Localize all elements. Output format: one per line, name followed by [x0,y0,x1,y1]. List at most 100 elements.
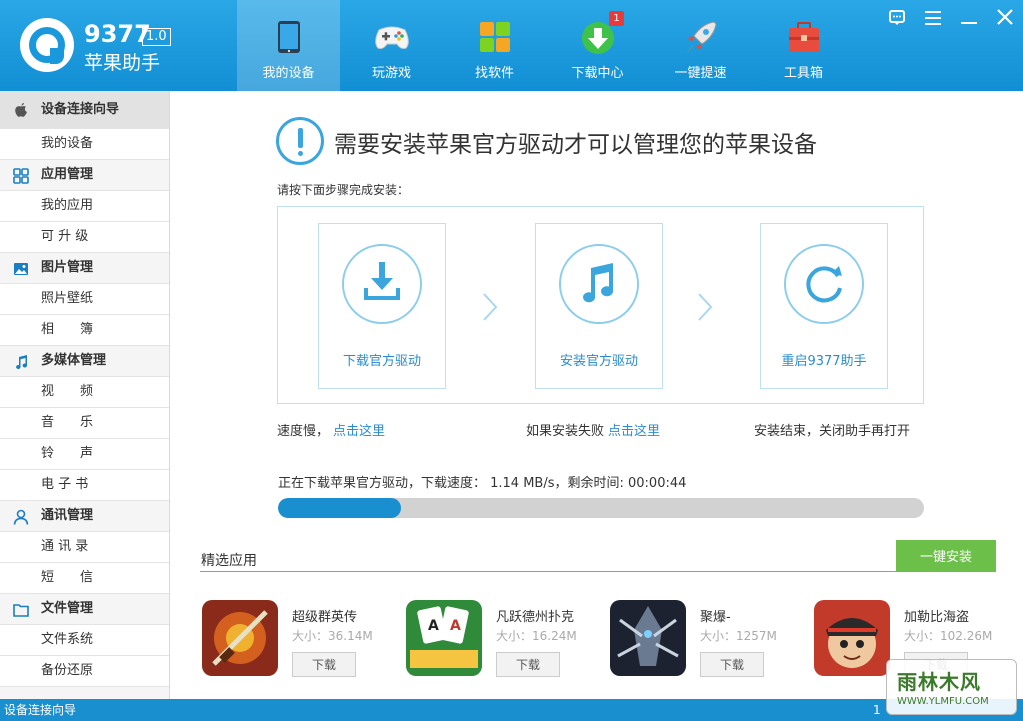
game-art-icon [202,600,278,676]
status-bar: 设备连接向导 1 [0,699,1023,721]
rocket-icon [685,21,717,54]
person-icon [13,509,29,525]
tablet-icon [277,21,300,53]
step-label: 安装官方驱动 [559,354,638,369]
sidebar-item-label: 视 频 [41,384,94,399]
app-name: 加勒比海盗 [904,610,970,625]
download-button[interactable]: 下载 [496,652,560,677]
sidebar-item-label: 短 信 [41,570,94,585]
app-header: 9377 1.0 苹果助手 我的设备 玩游戏 找软件 下载中心 一键提速 工具箱… [0,0,1023,91]
note-text: 如果安装失败 [526,424,605,439]
sidebar-item-backup-restore[interactable]: 备份还原 [0,656,169,687]
nav-label: 一键提速 [674,66,727,81]
watermark-title: 雨林木风 [897,670,981,694]
picture-icon [14,263,28,275]
sidebar-item-video[interactable]: 视 频 [0,377,169,408]
download-count-badge: 1 [609,11,624,26]
watermark-url: WWW.YLMFU.COM [897,696,989,707]
step-label: 重启9377助手 [781,354,867,369]
window-controls [879,0,1023,36]
download-progress-bar [278,498,924,518]
nav-speedup[interactable]: 一键提速 [649,0,752,91]
poker-card-icon: AA [406,600,482,676]
step-install-driver[interactable]: 安装官方驱动 [535,223,663,389]
sidebar-item-label: 可 升 级 [41,229,89,244]
sidebar-item-ebooks[interactable]: 电 子 书 [0,470,169,501]
nav-label: 下载中心 [571,66,624,81]
sidebar-item-label: 文件系统 [41,632,94,647]
note-text: 安装结束，关闭助手再打开 [754,424,911,439]
sidebar-group-label: 设备连接向导 [41,102,120,117]
refresh-icon [806,266,842,303]
download-button[interactable]: 下载 [292,652,356,677]
sidebar-item-label: 通 讯 录 [41,539,89,554]
menu-icon [925,11,941,25]
nav-toolbox[interactable]: 工具箱 [752,0,855,91]
sidebar-item-label: 电 子 书 [41,477,89,492]
nav-download-center[interactable]: 下载中心 [546,0,649,91]
app-size: 大小：102.26M [904,629,993,643]
sidebar-item-label: 备份还原 [41,663,94,678]
status-text: 设备连接向导 [4,703,77,717]
sidebar-item-file-system[interactable]: 文件系统 [0,625,169,656]
svg-text:A: A [428,618,439,634]
menu-button[interactable] [915,0,951,36]
brand-name: 苹果助手 [84,52,161,74]
svg-text:A: A [450,618,461,634]
note-install-finished: 安装结束，关闭助手再打开 [754,420,910,439]
sidebar-group-picture-management[interactable]: 图片管理 [0,253,169,284]
sidebar-item-wallpapers[interactable]: 照片壁纸 [0,284,169,315]
minimize-button[interactable] [951,0,987,36]
sidebar-item-albums[interactable]: 相 簿 [0,315,169,346]
app-icon: AA [406,600,482,676]
app-card: 超级群英传 大小：36.14M 下载 [202,600,402,678]
main-nav: 我的设备 玩游戏 找软件 下载中心 一键提速 工具箱 [237,0,855,91]
progress-fill [278,498,401,518]
sidebar-group-device-guide[interactable]: 设备连接向导 [0,91,169,129]
sidebar-group-app-management[interactable]: 应用管理 [0,160,169,191]
steps-hint: 请按下面步骤完成安装： [277,183,410,197]
download-tray-icon [364,262,400,300]
nav-label: 找软件 [474,66,514,81]
sidebar-group-label: 图片管理 [41,260,94,275]
nav-my-device[interactable]: 我的设备 [237,0,340,91]
click-here-link[interactable]: 点击这里 [608,424,660,439]
step-download-driver[interactable]: 下载官方驱动 [318,223,446,389]
sidebar-group-contacts-management[interactable]: 通讯管理 [0,501,169,532]
sidebar: 设备连接向导 我的设备 应用管理 我的应用 可 升 级 图片管理 照片壁纸 相 … [0,91,170,699]
sidebar-group-media-management[interactable]: 多媒体管理 [0,346,169,377]
featured-divider [200,571,996,572]
nav-label: 玩游戏 [371,66,411,81]
close-icon [997,9,1013,25]
warning-icon [276,117,324,165]
sidebar-item-upgradable[interactable]: 可 升 级 [0,222,169,253]
app-card: 聚爆- 大小：1257M 下载 [610,600,810,678]
nav-software[interactable]: 找软件 [443,0,546,91]
sidebar-item-label: 铃 声 [41,446,94,461]
sidebar-item-sms[interactable]: 短 信 [0,563,169,594]
pirate-art-icon [814,600,890,676]
download-button[interactable]: 下载 [700,652,764,677]
featured-apps-title: 精选应用 [201,553,257,569]
feedback-button[interactable] [879,0,915,36]
sidebar-group-file-management[interactable]: 文件管理 [0,594,169,625]
app-icon [610,600,686,676]
sidebar-item-music[interactable]: 音 乐 [0,408,169,439]
app-name: 超级群英传 [292,610,358,625]
note-text: 速度慢， [277,424,330,439]
sidebar-group-label: 通讯管理 [41,508,94,523]
sidebar-group-label: 多媒体管理 [41,353,107,368]
click-here-link[interactable]: 点击这里 [333,424,385,439]
sidebar-item-ringtones[interactable]: 铃 声 [0,439,169,470]
step-restart-assistant[interactable]: 重启9377助手 [760,223,888,389]
app-size: 大小：16.24M [496,629,577,643]
close-button[interactable] [987,0,1023,36]
chevron-right-icon [698,293,713,321]
chevron-right-icon [483,293,498,321]
sidebar-item-my-apps[interactable]: 我的应用 [0,191,169,222]
sidebar-item-contacts[interactable]: 通 讯 录 [0,532,169,563]
watermark: 雨林木风 WWW.YLMFU.COM [886,659,1017,715]
sidebar-item-my-device[interactable]: 我的设备 [0,129,169,160]
nav-games[interactable]: 玩游戏 [340,0,443,91]
install-all-button[interactable]: 一键安装 [896,540,996,571]
